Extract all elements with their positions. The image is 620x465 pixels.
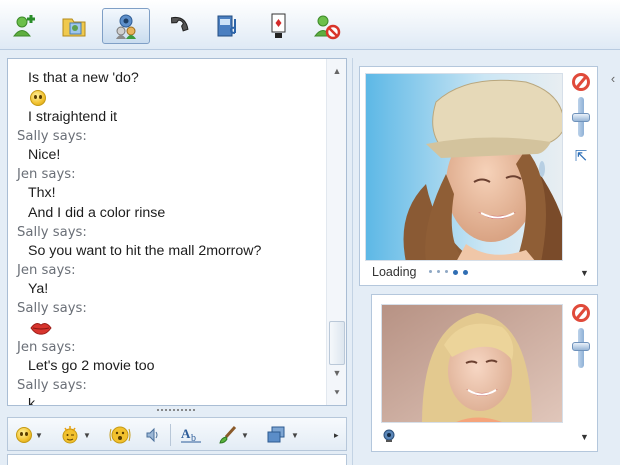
video-call-button[interactable] <box>102 8 150 44</box>
history-scrollbar[interactable]: ▲ ▼ ⯆ <box>326 59 346 405</box>
remote-video-panel: ⇱ Loading ▼ <box>359 66 598 286</box>
more-button[interactable]: ▸ <box>334 424 339 446</box>
chevron-down-icon: ▼ <box>83 430 91 440</box>
chevron-down-icon: ▼ <box>291 430 299 440</box>
emoticons-button[interactable]: ▼ <box>16 424 43 446</box>
block-video-button[interactable] <box>572 73 590 91</box>
voice-clip-icon <box>146 427 158 443</box>
chevron-down-icon: ▼ <box>35 430 43 440</box>
emoticons-icon <box>16 427 32 443</box>
smiley-icon <box>30 89 46 106</box>
block-contact-icon <box>314 15 341 40</box>
chevron-down-icon: ▼ <box>241 430 249 440</box>
message-text: And I did a color rinse <box>28 204 166 221</box>
chevron-right-icon: ▸ <box>334 429 339 440</box>
paintbrush-icon <box>219 425 237 444</box>
loading-indicator <box>428 269 468 275</box>
sender-line: Jen says: <box>17 167 76 183</box>
nudge-icon <box>109 426 131 444</box>
sender-line: Jen says: <box>17 339 76 355</box>
message-text: k <box>28 396 36 405</box>
message-text: Nice! <box>28 146 61 163</box>
collapse-panel-icon[interactable]: ‹ <box>606 64 620 94</box>
remote-video-controls: ⇱ <box>568 73 594 165</box>
font-button[interactable]: A b <box>180 424 204 446</box>
remote-video-menu-icon[interactable]: ▼ <box>580 268 589 278</box>
winks-button[interactable]: ▼ <box>60 424 91 446</box>
games-icon <box>271 13 286 38</box>
scroll-end-arrow-icon[interactable]: ⯆ <box>327 385 347 401</box>
activities-button[interactable] <box>208 8 248 44</box>
local-video-feed <box>381 304 563 423</box>
voice-clip-button[interactable] <box>144 424 162 446</box>
sender-line: Sally says: <box>17 224 87 240</box>
add-contact-button[interactable] <box>4 8 44 44</box>
volume-knob[interactable] <box>572 342 590 351</box>
toolbar-separator <box>170 424 171 446</box>
share-files-icon <box>62 18 86 37</box>
message-text: Ya! <box>28 281 49 298</box>
sender-line-clipped <box>17 59 328 69</box>
sender-line: Sally says: <box>17 301 87 317</box>
conversation-history: Is that a new 'do? I straightend it Sally … <box>7 58 347 406</box>
message-text: I straightend it <box>28 108 118 125</box>
share-files-button[interactable] <box>54 8 94 44</box>
send-files-button[interactable]: ▼ <box>266 424 299 446</box>
video-call-icon <box>116 14 136 39</box>
message-input[interactable] <box>7 454 347 465</box>
message-emoticon <box>17 319 328 338</box>
message-text: Let's go 2 movie too <box>28 358 155 374</box>
speaker-volume-slider[interactable] <box>572 97 590 137</box>
scroll-thumb[interactable] <box>329 321 345 365</box>
message-text: Thx! <box>28 185 56 202</box>
winks-icon <box>62 426 78 444</box>
local-video-controls <box>568 304 594 368</box>
local-video-panel: ▼ <box>371 294 598 452</box>
pane-divider <box>352 58 353 465</box>
stop-webcam-button[interactable] <box>572 304 590 322</box>
message-text: So you want to hit the mall 2morrow? <box>28 242 262 259</box>
message-list: Is that a new 'do? I straightend it Sally … <box>8 59 328 405</box>
activities-icon <box>217 15 236 37</box>
games-button[interactable] <box>258 8 298 44</box>
microphone-volume-slider[interactable] <box>572 328 590 368</box>
expand-video-icon[interactable]: ⇱ <box>568 147 594 165</box>
webcam-icon[interactable] <box>382 429 396 443</box>
local-video-menu-icon[interactable]: ▼ <box>580 432 589 442</box>
video-status-label: Loading <box>372 265 417 279</box>
sender-line: Sally says: <box>17 128 87 144</box>
format-toolbar: ▼ ▼ A b ▼ ▼ ▸ <box>7 417 347 451</box>
video-status: Loading <box>372 265 468 279</box>
phone-icon <box>171 16 189 32</box>
nudge-button[interactable] <box>108 424 132 446</box>
message-text: Is that a new 'do? <box>28 70 139 87</box>
add-contact-icon <box>13 15 35 37</box>
background-button[interactable]: ▼ <box>218 424 249 446</box>
message-emoticon <box>17 88 328 107</box>
send-files-icon <box>267 426 285 443</box>
svg-text:A: A <box>181 426 191 441</box>
pane-splitter-grip[interactable] <box>156 408 196 412</box>
font-icon: A b <box>181 426 201 444</box>
sender-line: Jen says: <box>17 263 76 279</box>
remote-video-feed <box>365 73 563 261</box>
scroll-up-arrow-icon[interactable]: ▲ <box>327 63 347 79</box>
sender-line: Sally says: <box>17 378 87 394</box>
self-video-image <box>382 305 562 422</box>
call-button[interactable] <box>158 8 198 44</box>
contact-video-image <box>366 74 562 260</box>
lips-icon <box>30 323 52 335</box>
volume-knob[interactable] <box>572 113 590 122</box>
conversation-toolbar <box>0 0 620 50</box>
block-button[interactable] <box>306 8 346 44</box>
scroll-down-arrow-icon[interactable]: ▼ <box>327 365 347 381</box>
